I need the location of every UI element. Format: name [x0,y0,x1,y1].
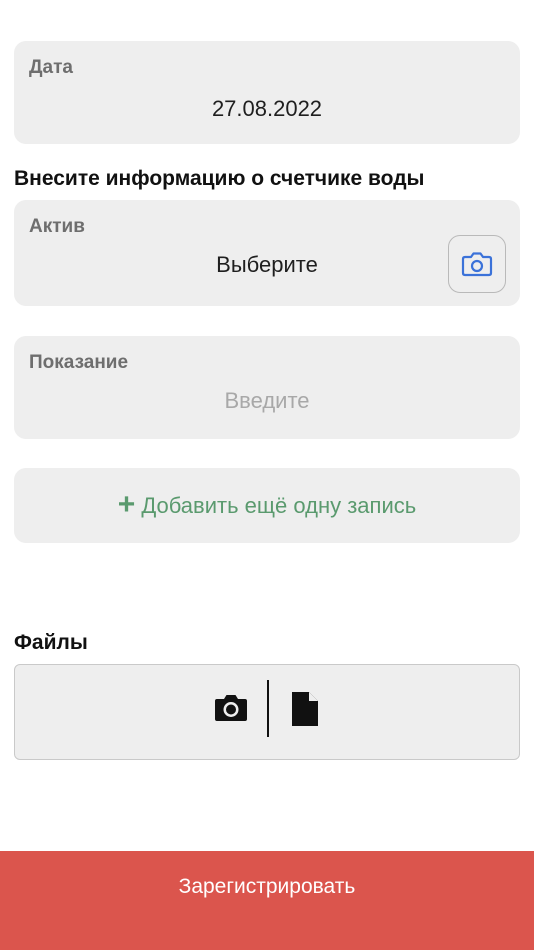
asset-label: Актив [29,216,85,237]
date-field[interactable]: Дата 27.08.2022 [14,41,520,144]
document-icon[interactable] [292,692,318,731]
reading-input[interactable]: Введите [14,388,520,414]
files-upload-area [14,664,520,760]
plus-icon: + [117,487,136,521]
date-value[interactable]: 27.08.2022 [14,96,520,122]
reading-label: Показание [29,352,129,373]
camera-icon[interactable] [214,692,248,727]
asset-field[interactable]: Актив Выберите [14,200,520,306]
scan-button[interactable] [448,235,506,293]
date-label: Дата [29,57,73,78]
asset-select[interactable]: Выберите [14,252,520,278]
add-record-button[interactable]: + Добавить ещё одну запись [14,468,520,543]
register-button[interactable]: Зарегистрировать [0,851,534,950]
files-section-title: Файлы [14,631,88,654]
camera-icon [461,252,493,277]
reading-field[interactable]: Показание Введите [14,336,520,439]
meter-section-title: Внесите информацию о счетчике воды [14,167,425,190]
divider [267,680,269,737]
add-record-label: Добавить ещё одну запись [141,492,417,518]
